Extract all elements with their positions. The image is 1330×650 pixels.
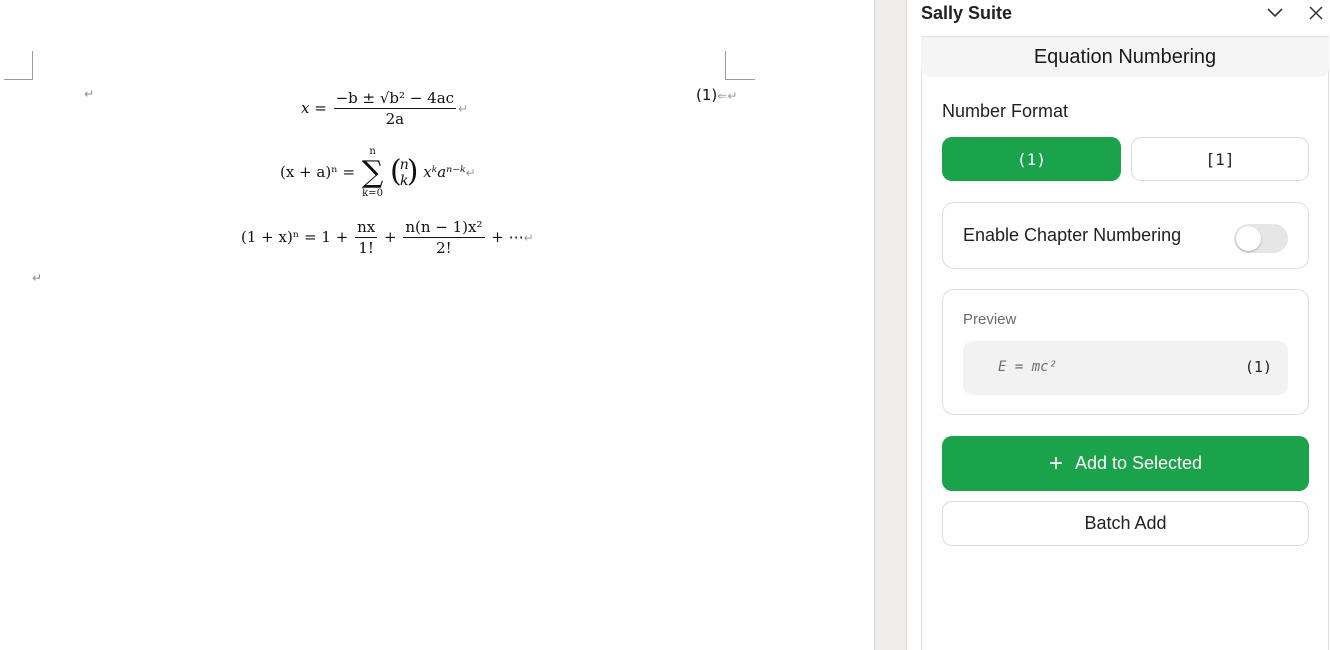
- number-format-label: Number Format: [942, 101, 1069, 121]
- fraction-denominator: 2a: [385, 110, 405, 128]
- chevron-down-icon: [1267, 8, 1283, 18]
- equation-expansion[interactable]: (1 + x)ⁿ = 1 + nx 1! + n(n − 1)x² 2! + ⋯…: [241, 218, 534, 258]
- chapter-numbering-toggle[interactable]: [1234, 224, 1288, 253]
- preview-number: (1): [1244, 358, 1272, 376]
- plus-icon: +: [1048, 449, 1063, 477]
- close-icon: [1309, 6, 1323, 20]
- section-title: Equation Numbering: [921, 37, 1329, 77]
- equation-quadratic[interactable]: x = −b ± √b² − 4ac 2a ↵: [301, 89, 468, 129]
- pane-close-button[interactable]: [1304, 2, 1328, 24]
- fraction-numerator: −b ± √b² − 4ac: [333, 89, 457, 109]
- equation-number[interactable]: (1)⇐↵: [696, 86, 737, 104]
- equation-term: xᵏaⁿ⁻ᵏ: [423, 163, 466, 181]
- chapter-numbering-card: Enable Chapter Numbering: [942, 202, 1309, 269]
- preview-label: Preview: [963, 311, 1017, 328]
- equation-lhs: (1 + x)ⁿ = 1 +: [241, 228, 349, 246]
- equation-binomial[interactable]: (x + a)ⁿ = n ∑ k=0 (n k) xᵏaⁿ⁻ᵏ↵: [280, 146, 476, 200]
- equation-lhs: x: [301, 99, 310, 117]
- batch-add-button[interactable]: Batch Add: [942, 501, 1309, 546]
- paragraph-mark: ↵: [458, 102, 469, 116]
- format-brackets-button[interactable]: [1]: [1131, 137, 1309, 181]
- crop-mark-top-left: [32, 51, 33, 80]
- equation-tail: + ⋯: [491, 228, 524, 246]
- preview-card: Preview E = mc² (1): [942, 289, 1309, 415]
- pane-splitter[interactable]: [874, 0, 907, 650]
- preview-equation: E = mc²: [998, 359, 1058, 375]
- crop-mark-top-left: [4, 79, 33, 80]
- add-to-selected-button[interactable]: + Add to Selected: [942, 436, 1309, 491]
- pane-options-button[interactable]: [1263, 2, 1287, 24]
- document-canvas[interactable]: ↵ ↵ x = −b ± √b² − 4ac 2a ↵ (1)⇐↵ (x + a…: [0, 0, 874, 650]
- pane-title: Sally Suite: [921, 3, 1013, 23]
- crop-mark-top-right: [725, 51, 726, 80]
- preview-box: E = mc² (1): [963, 341, 1288, 395]
- paragraph-mark: ↵: [32, 271, 43, 285]
- toggle-knob: [1236, 226, 1261, 251]
- add-to-selected-label: Add to Selected: [1074, 453, 1203, 473]
- equation-lhs: (x + a)ⁿ: [280, 163, 338, 181]
- crop-mark-top-right: [725, 79, 755, 80]
- chapter-numbering-label: Enable Chapter Numbering: [963, 225, 1182, 245]
- equation-fraction: nx 1!: [355, 218, 378, 257]
- summation-symbol: n ∑ k=0: [361, 146, 384, 199]
- format-parentheses-button[interactable]: (1): [942, 137, 1121, 181]
- equation-fraction: −b ± √b² − 4ac 2a: [333, 89, 457, 129]
- paragraph-mark: ↵: [84, 87, 95, 101]
- equation-fraction: n(n − 1)x² 2!: [403, 218, 485, 257]
- binomial-coefficient: (n k): [390, 154, 419, 190]
